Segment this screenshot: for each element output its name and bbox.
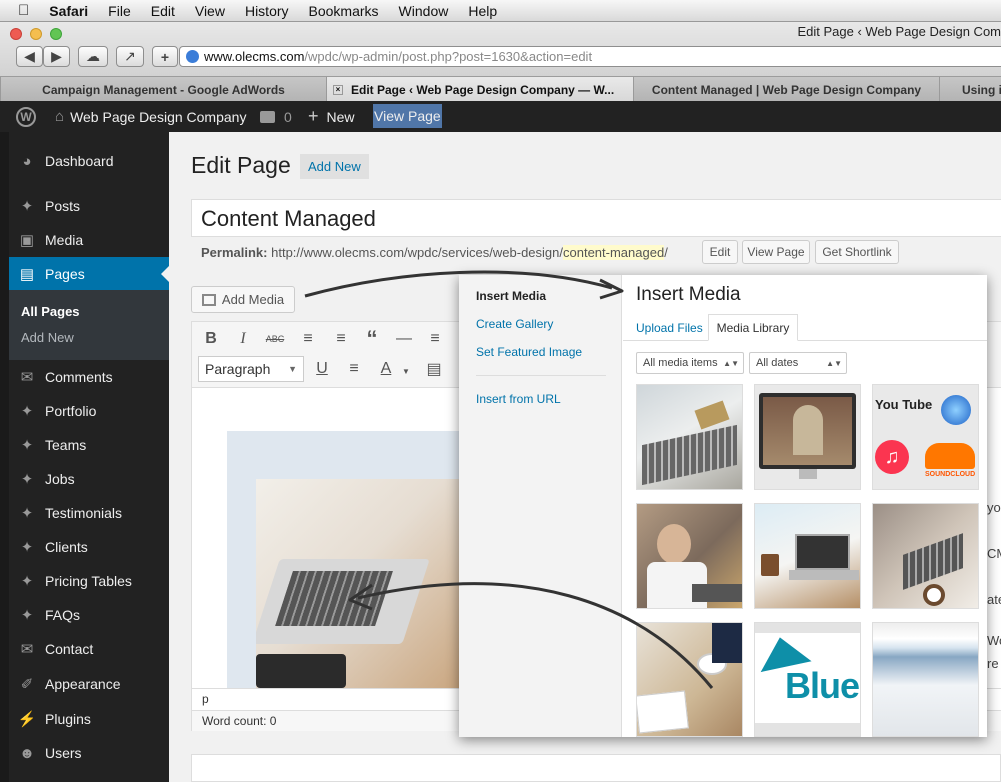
- annotation-arrows: [304, 270, 714, 689]
- arrow-to-editor-image: [357, 582, 714, 689]
- arrow-to-insert-media: [304, 270, 613, 298]
